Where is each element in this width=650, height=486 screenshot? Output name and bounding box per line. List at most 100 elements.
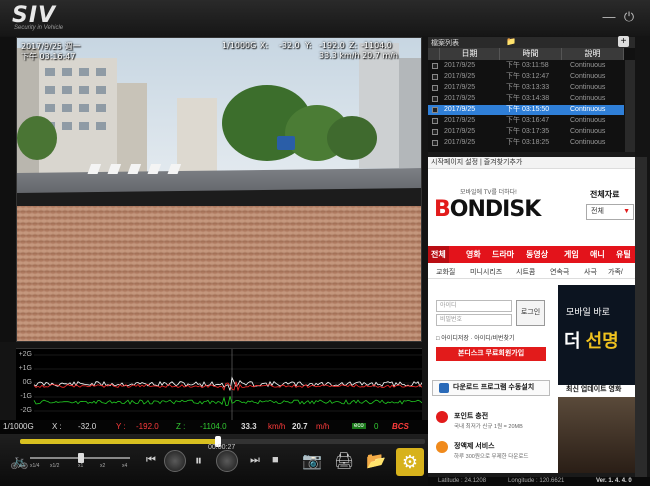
file-time: 下午 03:17:35	[506, 128, 550, 135]
file-checkbox[interactable]	[432, 62, 438, 69]
rewind-jog-button[interactable]	[164, 450, 186, 472]
camera-snapshot-icon[interactable]: 📷	[302, 451, 322, 471]
sensor-z-value: -1104.0	[200, 422, 227, 431]
stop-icon[interactable]: ■	[272, 454, 279, 466]
download-program-button[interactable]: 다운로드 프로그램 수동설치	[432, 380, 550, 396]
video-view[interactable]: 2017/9/25 週一 下午 03:16:47 1/1000G X: -32.…	[16, 37, 422, 342]
subnav-hq[interactable]: 교화질	[436, 267, 455, 277]
promo2-title: 정액제 서비스	[454, 443, 495, 450]
file-date: 2017/9/25	[444, 128, 476, 135]
subnav-family[interactable]: 가족/	[608, 267, 623, 277]
col-check	[428, 48, 440, 60]
file-checkbox[interactable]	[432, 73, 438, 80]
ad-line-2: 더 선명	[564, 327, 619, 353]
file-row[interactable]: 2017/9/25 下午 03:16:47 Continuous	[428, 116, 624, 126]
file-checkbox[interactable]	[432, 117, 438, 124]
graph-line-z	[33, 396, 422, 407]
nav-game[interactable]: 게임	[564, 249, 579, 260]
file-desc: Continuous	[570, 62, 606, 69]
file-list-scrollbar[interactable]	[625, 60, 635, 152]
subnav-mini[interactable]: 미니시리즈	[470, 267, 502, 277]
speed-x1-4: x1/4	[30, 463, 40, 469]
file-row[interactable]: 2017/9/25 下午 03:12:47 Continuous	[428, 72, 624, 82]
file-row[interactable]: 2017/9/25 下午 03:15:50 Continuous	[428, 105, 624, 115]
file-checkbox[interactable]	[432, 106, 438, 113]
osd-x-value: -32.0	[279, 41, 300, 50]
browser-toolbar[interactable]: 시작페이지 설정 | 즐겨찾기추가	[428, 157, 635, 169]
join-button[interactable]: 본디스크 무료회원가입	[436, 347, 546, 361]
file-date: 2017/9/25	[444, 84, 476, 91]
file-list-title: 檔案列表	[431, 40, 459, 47]
file-date: 2017/9/25	[444, 106, 476, 113]
promo2-subtitle: 하루 300원으로 무제한 다운로드	[454, 454, 529, 460]
pause-icon[interactable]: ⏸	[195, 452, 202, 469]
file-checkbox[interactable]	[432, 128, 438, 135]
recent-movie-image[interactable]	[558, 397, 635, 473]
bike-speed-icon: 🚲	[10, 453, 29, 470]
nav-drama[interactable]: 드라마	[492, 249, 514, 260]
file-checkbox[interactable]	[432, 84, 438, 91]
export-icon[interactable]: 📂	[366, 451, 386, 471]
login-options[interactable]: □ 아이디저장 · 아이디/비번찾기	[436, 333, 515, 342]
sensor-z-label: Z :	[176, 422, 186, 431]
web-panel-scrollbar[interactable]	[635, 157, 647, 477]
file-desc: Continuous	[570, 139, 606, 146]
promo-point-charge[interactable]: 포인트 충전 국내 최저가 신규 1원 = 20MB	[432, 411, 552, 437]
subnav-serial[interactable]: 연속극	[550, 267, 569, 277]
minimize-icon[interactable]: —	[600, 8, 618, 26]
promo1-subtitle: 국내 최저가 신규 1원 = 20MB	[454, 424, 523, 430]
nav-movie[interactable]: 영화	[466, 249, 481, 260]
title-bar: SIV Security in Vehicle — ⏻	[0, 0, 650, 36]
file-row[interactable]: 2017/9/25 下午 03:14:38 Continuous	[428, 94, 624, 104]
speed-x1-2: x1/2	[50, 463, 60, 469]
file-desc: Continuous	[570, 73, 606, 80]
sensor-mph-unit: m/h	[316, 422, 330, 431]
password-input[interactable]: 비밀번호	[436, 314, 512, 326]
sub-nav: 교화질 미니시리즈 시트콤 연속극 사극 가족/	[428, 265, 635, 279]
nav-util[interactable]: 유틸	[616, 249, 631, 260]
latitude: Latitude : 24.1208	[438, 478, 487, 484]
file-time: 下午 03:16:47	[506, 117, 550, 124]
login-button[interactable]: 로그인	[516, 300, 545, 326]
folder-icon[interactable]: 📁	[506, 37, 516, 46]
category-select[interactable]: 전체 ▼	[586, 204, 634, 220]
nav-all[interactable]: 전체	[428, 246, 449, 263]
skip-forward-icon[interactable]: ⏭	[250, 454, 260, 467]
promo-flat-rate[interactable]: 정액제 서비스 하루 300원으로 무제한 다운로드	[432, 441, 552, 467]
file-desc: Continuous	[570, 128, 606, 135]
file-row[interactable]: 2017/9/25 下午 03:17:35 Continuous	[428, 127, 624, 137]
forward-jog-button[interactable]	[216, 450, 238, 472]
file-desc: Continuous	[570, 106, 606, 113]
file-row[interactable]: 2017/9/25 下午 03:13:33 Continuous	[428, 83, 624, 93]
file-table: 日期 時間 說明 2017/9/25 下午 03:11:58 Continuous 2…	[428, 48, 635, 152]
col-date: 日期	[440, 48, 500, 60]
file-row[interactable]: 2017/9/25 下午 03:11:58 Continuous	[428, 61, 624, 71]
dropdown-arrow-icon: ▼	[623, 208, 630, 215]
web-panel: 시작페이지 설정 | 즐겨찾기추가 모바일에 TV를 더하다! BONDISK …	[428, 157, 635, 473]
settings-gear-icon[interactable]: ⚙	[396, 448, 424, 476]
speed-x4: x4	[122, 463, 128, 469]
print-icon[interactable]: 🖨	[334, 451, 354, 471]
sidebar: 檔案列表 📁 + 日期 時間 說明 2017/9/25 下午 03:11:58 Co…	[428, 36, 635, 477]
eco-value: 0	[374, 422, 379, 431]
subnav-historical[interactable]: 사극	[584, 267, 597, 277]
power-icon[interactable]: ⏻	[620, 8, 638, 26]
file-row[interactable]: 2017/9/25 下午 03:18:25 Continuous	[428, 138, 624, 148]
file-time: 下午 03:14:38	[506, 95, 550, 102]
sensor-speed-kmh: 33.3	[241, 422, 257, 431]
skip-back-icon[interactable]: ⏮	[146, 454, 156, 467]
category-select-value: 전체	[591, 208, 604, 215]
col-time: 時間	[500, 48, 562, 60]
file-checkbox[interactable]	[432, 95, 438, 102]
speed-slider[interactable]	[30, 453, 130, 463]
nav-anime[interactable]: 애니	[590, 249, 605, 260]
mobile-ad-banner[interactable]: 모바일 바로 더 선명	[558, 285, 635, 385]
osd-z-value: -1104.0	[361, 41, 392, 50]
nav-video[interactable]: 동영상	[526, 249, 548, 260]
add-icon[interactable]: +	[618, 36, 629, 47]
file-checkbox[interactable]	[432, 139, 438, 146]
id-input[interactable]: 아이디	[436, 300, 512, 312]
bondisk-logo[interactable]: BONDISK	[434, 197, 541, 222]
recent-updates-title: 최신 업데이트 영화	[566, 386, 622, 393]
subnav-sitcom[interactable]: 시트콤	[516, 267, 535, 277]
